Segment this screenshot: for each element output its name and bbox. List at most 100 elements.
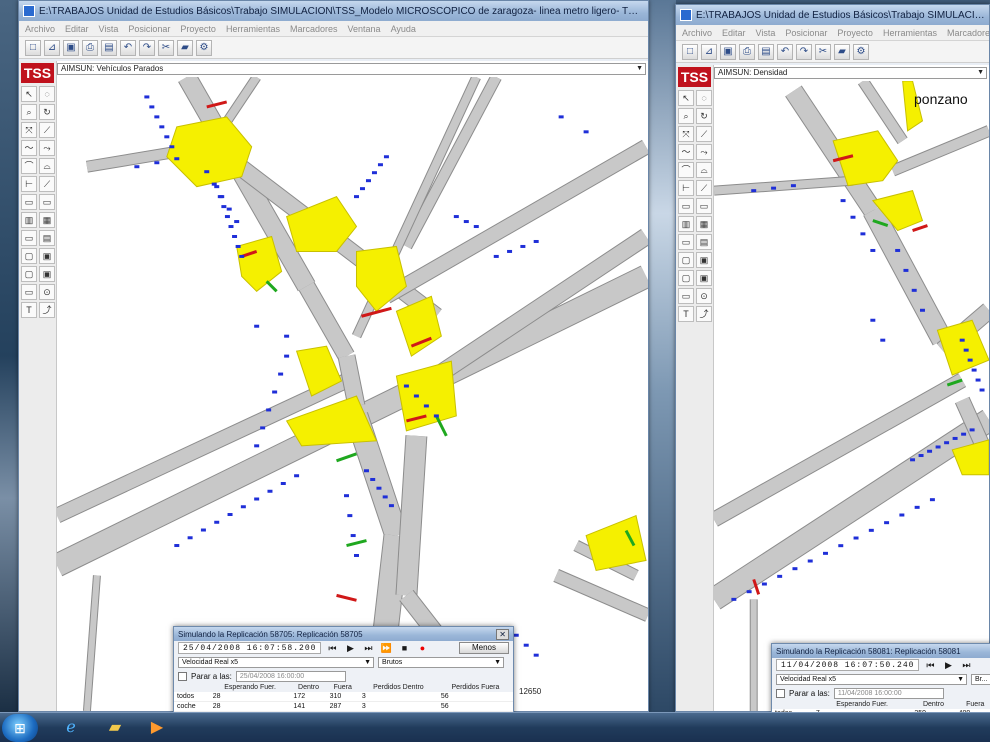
print-icon[interactable]: ⎙: [82, 39, 98, 56]
window-title-bar[interactable]: E:\TRABAJOS Unidad de Estudios Básicos\T…: [19, 1, 648, 21]
rewind-icon[interactable]: ⏮: [923, 660, 937, 671]
palette-tool-23[interactable]: ▭: [21, 284, 37, 300]
palette-tool-15[interactable]: ▥: [21, 212, 37, 228]
menu-ayuda[interactable]: Ayuda: [391, 24, 416, 34]
rewind-icon[interactable]: ⏮: [325, 643, 339, 654]
view-mode-select[interactable]: AIMSUN: Vehículos Parados ▼: [57, 63, 646, 75]
folder-icon[interactable]: ▰: [834, 43, 850, 60]
stop-time-field[interactable]: 11/04/2008 16:00:00: [833, 687, 944, 699]
palette-tool-2[interactable]: ◌: [696, 90, 712, 106]
palette-tool-7[interactable]: 〜: [21, 140, 37, 156]
palette-tool-6[interactable]: ⟋: [696, 126, 712, 142]
palette-tool-5[interactable]: ⤧: [21, 122, 37, 138]
tools-icon[interactable]: ⚙: [853, 43, 869, 60]
stop-icon[interactable]: ■: [397, 643, 411, 653]
menu-vista[interactable]: Vista: [756, 28, 776, 38]
palette-tool-20[interactable]: ▣: [696, 252, 712, 268]
palette-tool-13[interactable]: ▭: [21, 194, 37, 210]
dialog-title-bar[interactable]: Simulando la Replicación 58705: Replicac…: [174, 627, 513, 641]
menu-marcadores[interactable]: Marcadores: [947, 28, 989, 38]
palette-tool-20[interactable]: ▣: [39, 248, 55, 264]
palette-tool-19[interactable]: ▢: [21, 248, 37, 264]
open-icon[interactable]: ⊿: [701, 43, 717, 60]
menu-editar[interactable]: Editar: [722, 28, 746, 38]
palette-tool-15[interactable]: ▥: [678, 216, 694, 232]
menu-vista[interactable]: Vista: [99, 24, 119, 34]
menu-posicionar[interactable]: Posicionar: [785, 28, 827, 38]
palette-tool-24[interactable]: ⊙: [39, 284, 55, 300]
palette-tool-25[interactable]: T: [21, 302, 37, 318]
palette-tool-4[interactable]: ↻: [696, 108, 712, 124]
palette-tool-16[interactable]: ▦: [39, 212, 55, 228]
open-icon[interactable]: ⊿: [44, 39, 60, 56]
palette-tool-18[interactable]: ▤: [696, 234, 712, 250]
palette-tool-7[interactable]: 〜: [678, 144, 694, 160]
palette-tool-21[interactable]: ▢: [678, 270, 694, 286]
palette-tool-17[interactable]: ▭: [21, 230, 37, 246]
palette-tool-19[interactable]: ▢: [678, 252, 694, 268]
palette-tool-22[interactable]: ▣: [696, 270, 712, 286]
layers-icon[interactable]: ▤: [101, 39, 117, 56]
new-icon[interactable]: □: [25, 39, 41, 56]
palette-tool-10[interactable]: ⌓: [39, 158, 55, 174]
menos-button[interactable]: Menos: [458, 642, 509, 654]
palette-tool-1[interactable]: ↖: [21, 86, 37, 102]
file-explorer-icon[interactable]: ▰: [98, 716, 132, 740]
palette-tool-8[interactable]: ⤳: [39, 140, 55, 156]
palette-tool-24[interactable]: ⊙: [696, 288, 712, 304]
palette-tool-9[interactable]: ⌒: [21, 158, 37, 174]
undo-icon[interactable]: ↶: [777, 43, 793, 60]
palette-tool-22[interactable]: ▣: [39, 266, 55, 282]
palette-tool-23[interactable]: ▭: [678, 288, 694, 304]
data-type-select[interactable]: Brutos ▼: [378, 656, 504, 668]
stop-at-checkbox[interactable]: [178, 671, 187, 681]
new-icon[interactable]: □: [682, 43, 698, 60]
speed-select[interactable]: Velocidad Real x5 ▼: [776, 673, 967, 685]
folder-icon[interactable]: ▰: [177, 39, 193, 56]
palette-tool-8[interactable]: ⤳: [696, 144, 712, 160]
fast-forward-icon[interactable]: ⏩: [379, 643, 393, 654]
menu-archivo[interactable]: Archivo: [682, 28, 712, 38]
palette-tool-3[interactable]: ⌕: [21, 104, 37, 120]
palette-tool-17[interactable]: ▭: [678, 234, 694, 250]
palette-tool-18[interactable]: ▤: [39, 230, 55, 246]
palette-tool-26[interactable]: ⤴: [696, 306, 712, 322]
palette-tool-16[interactable]: ▦: [696, 216, 712, 232]
palette-tool-10[interactable]: ⌓: [696, 162, 712, 178]
network-canvas[interactable]: [57, 77, 648, 711]
palette-tool-3[interactable]: ⌕: [678, 108, 694, 124]
view-mode-select[interactable]: AIMSUN: Densidad ▼: [714, 67, 987, 79]
menu-archivo[interactable]: Archivo: [25, 24, 55, 34]
palette-tool-5[interactable]: ⤧: [678, 126, 694, 142]
network-canvas[interactable]: [714, 81, 989, 711]
stop-time-field[interactable]: 25/04/2008 16:00:00: [235, 670, 346, 682]
redo-icon[interactable]: ↷: [139, 39, 155, 56]
tools-icon[interactable]: ⚙: [196, 39, 212, 56]
close-icon[interactable]: ✕: [496, 628, 509, 640]
palette-tool-4[interactable]: ↻: [39, 104, 55, 120]
palette-tool-21[interactable]: ▢: [21, 266, 37, 282]
palette-tool-11[interactable]: ⊢: [21, 176, 37, 192]
menu-editar[interactable]: Editar: [65, 24, 89, 34]
window-title-bar[interactable]: E:\TRABAJOS Unidad de Estudios Básicos\T…: [676, 5, 989, 25]
cut-icon[interactable]: ✂: [815, 43, 831, 60]
menu-ventana[interactable]: Ventana: [348, 24, 381, 34]
redo-icon[interactable]: ↷: [796, 43, 812, 60]
menu-proyecto[interactable]: Proyecto: [180, 24, 216, 34]
palette-tool-13[interactable]: ▭: [678, 198, 694, 214]
undo-icon[interactable]: ↶: [120, 39, 136, 56]
media-player-icon[interactable]: ▶: [140, 716, 174, 740]
cut-icon[interactable]: ✂: [158, 39, 174, 56]
palette-tool-2[interactable]: ◌: [39, 86, 55, 102]
stop-at-checkbox[interactable]: [776, 688, 785, 698]
play-icon[interactable]: ▶: [343, 643, 357, 654]
save-icon[interactable]: ▣: [720, 43, 736, 60]
dialog-title-bar[interactable]: Simulando la Replicación 58081: Replicac…: [772, 644, 990, 658]
save-icon[interactable]: ▣: [63, 39, 79, 56]
menu-herramientas[interactable]: Herramientas: [226, 24, 280, 34]
palette-tool-26[interactable]: ⤴: [39, 302, 55, 318]
menu-proyecto[interactable]: Proyecto: [837, 28, 873, 38]
palette-tool-1[interactable]: ↖: [678, 90, 694, 106]
palette-tool-25[interactable]: T: [678, 306, 694, 322]
menu-posicionar[interactable]: Posicionar: [128, 24, 170, 34]
